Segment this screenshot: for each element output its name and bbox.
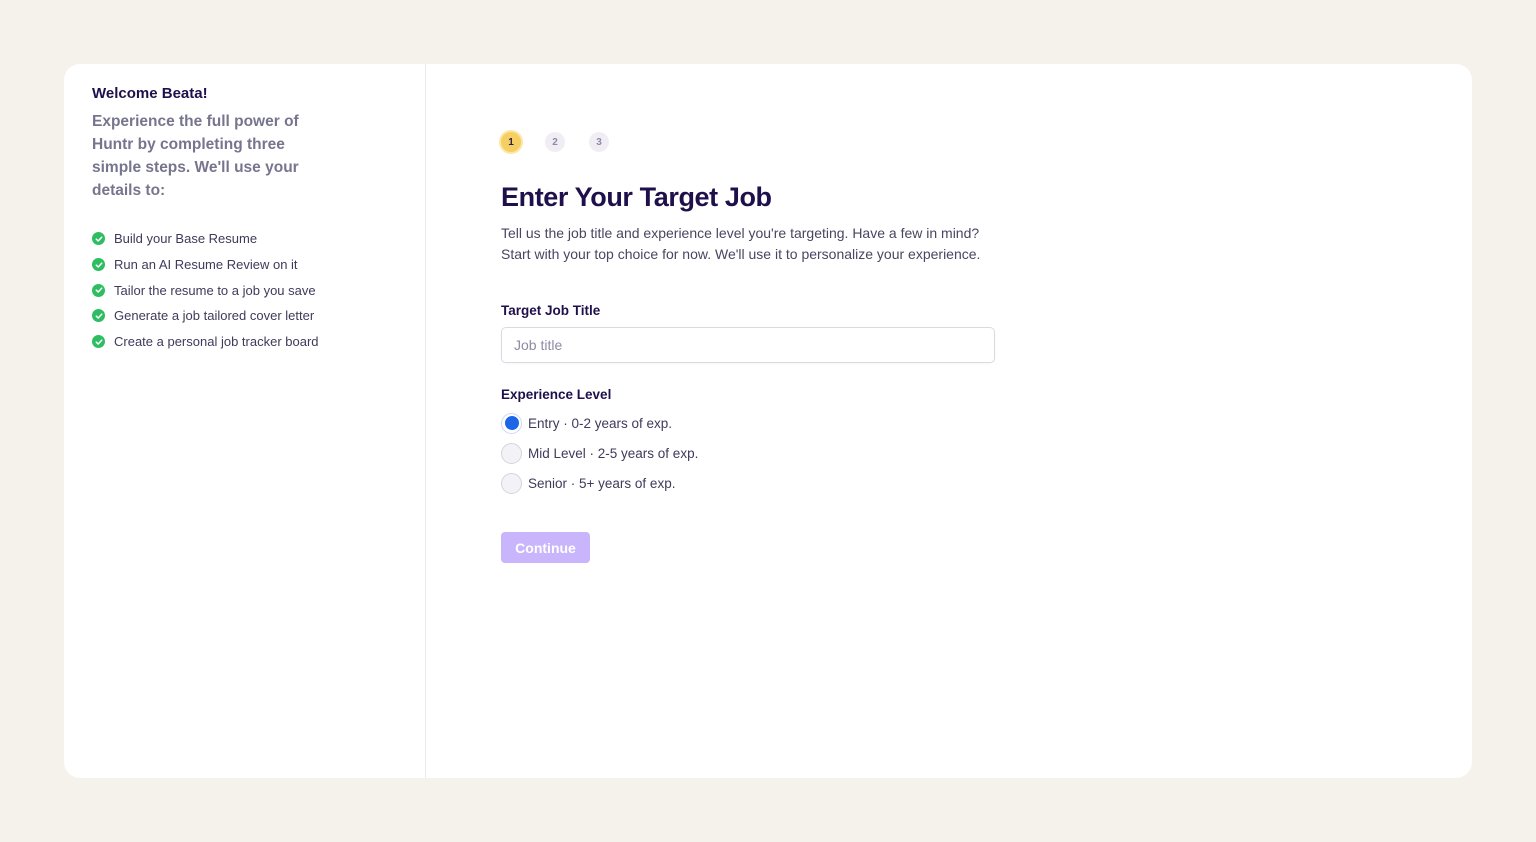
radio-button[interactable] bbox=[501, 412, 522, 434]
benefits-list: Build your Base Resume Run an AI Resume … bbox=[92, 226, 397, 354]
experience-option-label: Mid Level · 2-5 years of exp. bbox=[528, 445, 699, 461]
experience-option-mid[interactable]: Mid Level · 2-5 years of exp. bbox=[501, 438, 1472, 468]
list-item: Create a personal job tracker board bbox=[92, 329, 397, 355]
benefit-label: Run an AI Resume Review on it bbox=[114, 257, 298, 273]
benefit-label: Generate a job tailored cover letter bbox=[114, 308, 315, 324]
list-item: Build your Base Resume bbox=[92, 226, 397, 252]
check-circle-icon bbox=[92, 335, 105, 349]
radio-button[interactable] bbox=[501, 472, 522, 494]
intro-text: Experience the full power of Huntr by co… bbox=[92, 113, 299, 199]
radio-button[interactable] bbox=[501, 442, 522, 464]
experience-option-senior[interactable]: Senior · 5+ years of exp. bbox=[501, 468, 1472, 498]
benefit-label: Create a personal job tracker board bbox=[114, 334, 319, 350]
welcome-heading: Welcome Beata! bbox=[92, 85, 208, 102]
step-2: 2 bbox=[545, 132, 565, 152]
experience-option-label: Entry · 0-2 years of exp. bbox=[528, 415, 673, 431]
check-circle-icon bbox=[92, 258, 105, 272]
check-circle-icon bbox=[92, 309, 105, 323]
benefit-label: Build your Base Resume bbox=[114, 231, 258, 247]
experience-radio-group: Entry · 0-2 years of exp. Mid Level · 2-… bbox=[501, 408, 1472, 498]
radio-dot-icon bbox=[504, 416, 519, 430]
page-subtitle: Tell us the job title and experience lev… bbox=[501, 225, 981, 262]
step-1: 1 bbox=[501, 132, 521, 152]
sidebar: Welcome Beata! Experience the full power… bbox=[64, 64, 426, 778]
step-3: 3 bbox=[589, 132, 609, 152]
experience-level-label: Experience Level bbox=[501, 387, 612, 402]
experience-option-label: Senior · 5+ years of exp. bbox=[528, 475, 676, 491]
list-item: Run an AI Resume Review on it bbox=[92, 252, 397, 278]
benefit-label: Tailor the resume to a job you save bbox=[114, 282, 316, 298]
check-circle-icon bbox=[92, 283, 105, 297]
check-circle-icon bbox=[92, 232, 105, 246]
continue-button[interactable]: Continue bbox=[501, 532, 590, 563]
list-item: Generate a job tailored cover letter bbox=[92, 303, 397, 329]
page-title: Enter Your Target Job bbox=[501, 182, 772, 212]
experience-option-entry[interactable]: Entry · 0-2 years of exp. bbox=[501, 408, 1472, 438]
list-item: Tailor the resume to a job you save bbox=[92, 277, 397, 303]
step-indicator: 1 2 3 bbox=[501, 132, 1472, 152]
main-panel: 1 2 3 Enter Your Target Job Tell us the … bbox=[426, 64, 1472, 778]
job-title-label: Target Job Title bbox=[501, 303, 601, 318]
job-title-input[interactable] bbox=[501, 327, 995, 363]
onboarding-card: Welcome Beata! Experience the full power… bbox=[64, 64, 1472, 778]
